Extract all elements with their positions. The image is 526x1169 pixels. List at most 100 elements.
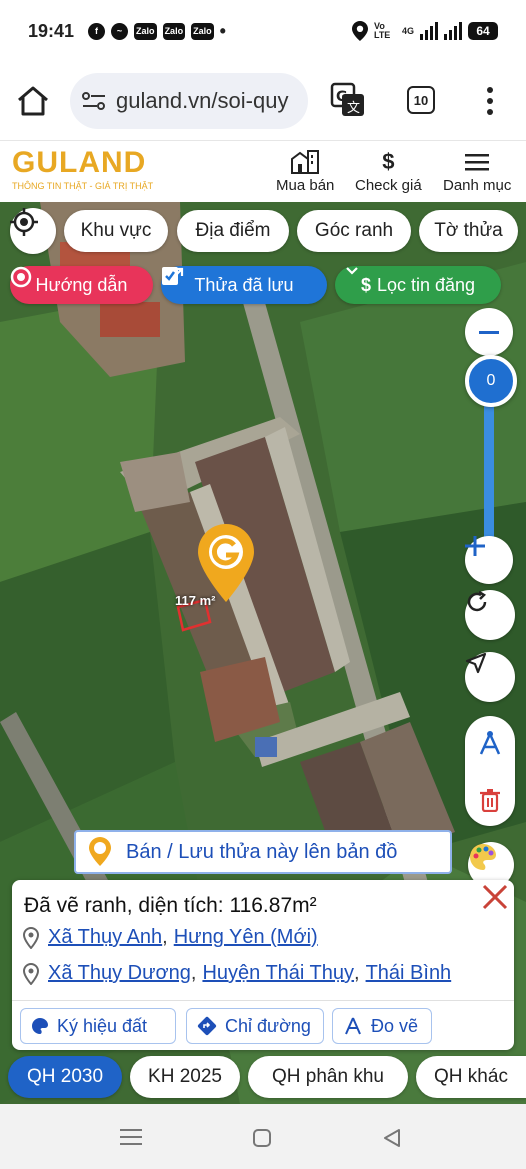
url-bar[interactable]: guland.vn/soi-quy bbox=[70, 73, 308, 129]
zoom-slider-knob[interactable]: 0 bbox=[465, 355, 517, 407]
logo-text: GULAND bbox=[12, 146, 147, 179]
building-icon bbox=[290, 147, 320, 177]
site-settings-icon[interactable] bbox=[82, 91, 106, 111]
volte-label: Vo LTE bbox=[373, 21, 391, 40]
translate-icon[interactable]: G 文 bbox=[330, 82, 366, 118]
zoom-out-button[interactable] bbox=[465, 308, 513, 356]
svg-text:文: 文 bbox=[347, 101, 360, 116]
directions-label: Chỉ đường bbox=[225, 1015, 311, 1036]
site-header: GULAND THÔNG TIN THẬT - GIÁ TRỊ THẬT Mua… bbox=[0, 140, 526, 202]
commune-link[interactable]: Xã Thụy Dương bbox=[48, 962, 191, 985]
commune-link[interactable]: Xã Thụy Anh bbox=[48, 926, 162, 949]
guide-label: Hướng dẫn bbox=[35, 274, 128, 295]
plot-info-panel: Đã vẽ ranh, diện tích: 116.87m² Xã Thụy … bbox=[12, 880, 514, 1050]
filter-label: Lọc tin đăng bbox=[376, 274, 476, 295]
nav-check-gia[interactable]: $ Check giá bbox=[355, 147, 422, 194]
measure-button[interactable]: Đo vẽ bbox=[332, 1008, 432, 1044]
network-gen: 4G bbox=[401, 26, 414, 36]
nav-label: Danh mục bbox=[443, 177, 512, 194]
measure-label: Đo vẽ bbox=[371, 1015, 419, 1036]
messenger-icon: ~ bbox=[111, 22, 129, 40]
more-dot-icon: • bbox=[219, 20, 226, 41]
external-arrow-icon bbox=[171, 267, 184, 280]
status-bar: 19:41 f ~ Zalo Zalo Zalo • Vo LTE 4G 64 bbox=[0, 0, 526, 62]
tab-qh-khac[interactable]: QH khác bbox=[416, 1056, 526, 1098]
filter-khu-vuc[interactable]: Khu vực bbox=[64, 210, 168, 252]
directions-icon bbox=[197, 1016, 217, 1036]
save-plot-banner[interactable]: Bán / Lưu thửa này lên bản đồ bbox=[74, 830, 452, 874]
navigate-button[interactable] bbox=[465, 652, 515, 702]
crosshair-icon bbox=[10, 208, 38, 236]
url-text: guland.vn/soi-quy bbox=[116, 88, 289, 113]
trash-icon[interactable] bbox=[479, 788, 501, 812]
tabs-button[interactable]: 10 bbox=[407, 86, 435, 114]
logo-tagline: THÔNG TIN THẬT - GIÁ TRỊ THẬT bbox=[12, 181, 154, 191]
status-time: 19:41 bbox=[28, 20, 75, 41]
signal-icon bbox=[444, 22, 462, 40]
svg-text:G: G bbox=[336, 89, 348, 105]
directions-button[interactable]: Chỉ đường bbox=[186, 1008, 324, 1044]
filter-dia-diem[interactable]: Địa điểm bbox=[177, 210, 289, 252]
refresh-icon bbox=[467, 590, 487, 612]
land-symbol-label: Ký hiệu đất bbox=[57, 1015, 148, 1036]
nav-mua-ban[interactable]: Mua bán bbox=[276, 147, 334, 194]
location-pin-icon bbox=[22, 926, 40, 949]
draw-tools bbox=[465, 716, 515, 826]
saved-label: Thửa đã lưu bbox=[194, 274, 294, 295]
tab-qh-phan-khu[interactable]: QH phân khu bbox=[248, 1056, 408, 1098]
guland-pin-icon bbox=[89, 837, 111, 866]
filter-goc-ranh[interactable]: Góc ranh bbox=[297, 210, 411, 252]
district-link[interactable]: Huyện Thái Thụy bbox=[202, 962, 354, 985]
location-pin-icon bbox=[22, 962, 40, 985]
menu-icon bbox=[465, 147, 490, 177]
land-symbol-button[interactable]: Ký hiệu đất bbox=[20, 1008, 176, 1044]
back-icon[interactable] bbox=[382, 1128, 402, 1148]
signal-icon bbox=[420, 22, 438, 40]
browser-toolbar: guland.vn/soi-quy G 文 10 bbox=[0, 62, 526, 140]
province-link[interactable]: Hưng Yên (Mới) bbox=[174, 926, 318, 949]
battery-icon: 64 bbox=[468, 22, 498, 40]
filter-to-thua[interactable]: Tờ thửa bbox=[419, 210, 518, 252]
location-icon bbox=[351, 21, 368, 41]
map-marker-icon[interactable] bbox=[196, 524, 256, 604]
navigation-arrow-icon bbox=[465, 652, 487, 674]
zalo-icon: Zalo bbox=[191, 22, 214, 40]
tab-kh-2025[interactable]: KH 2025 bbox=[130, 1056, 240, 1098]
home-nav-icon[interactable] bbox=[252, 1128, 272, 1148]
zalo-icon: Zalo bbox=[162, 22, 186, 40]
locate-button[interactable] bbox=[10, 208, 56, 254]
facebook-icon: f bbox=[88, 22, 106, 40]
status-right: Vo LTE 4G 64 bbox=[351, 21, 498, 41]
guland-logo[interactable]: GULAND THÔNG TIN THẬT - GIÁ TRỊ THẬT bbox=[12, 146, 154, 192]
location-old: Xã Thụy Dương, Huyện Thái Thụy, Thái Bìn… bbox=[22, 962, 451, 985]
filter-listings-button[interactable]: $ Lọc tin đăng bbox=[335, 266, 501, 304]
banner-label: Bán / Lưu thửa này lên bản đồ bbox=[126, 840, 398, 863]
compass-draw-icon[interactable] bbox=[476, 730, 504, 758]
nav-danh-muc[interactable]: Danh mục bbox=[443, 147, 511, 194]
palette-icon bbox=[470, 844, 496, 870]
panel-divider bbox=[12, 1000, 514, 1001]
target-icon bbox=[10, 266, 32, 288]
home-icon[interactable] bbox=[16, 85, 50, 117]
refresh-button[interactable] bbox=[465, 590, 515, 640]
compass-draw-icon bbox=[345, 1017, 361, 1035]
chevron-down-icon bbox=[346, 267, 358, 275]
recents-icon[interactable] bbox=[120, 1128, 142, 1146]
saved-plots-button[interactable]: Thửa đã lưu bbox=[161, 266, 327, 304]
more-vert-icon[interactable] bbox=[484, 86, 496, 116]
close-icon[interactable] bbox=[478, 880, 512, 914]
plus-icon bbox=[465, 536, 485, 556]
location-new: Xã Thụy Anh, Hưng Yên (Mới) bbox=[22, 926, 318, 949]
tab-qh-2030[interactable]: QH 2030 bbox=[8, 1056, 122, 1098]
dollar-icon: $ bbox=[360, 274, 371, 295]
notification-icons: f ~ Zalo Zalo Zalo • bbox=[88, 21, 226, 42]
system-nav-bar bbox=[0, 1104, 526, 1169]
zalo-icon: Zalo bbox=[134, 22, 157, 40]
zoom-in-button[interactable] bbox=[465, 536, 513, 584]
nav-label: Mua bán bbox=[276, 177, 335, 194]
province-link[interactable]: Thái Bình bbox=[366, 962, 452, 985]
guide-button[interactable]: Hướng dẫn bbox=[10, 266, 153, 304]
palette-icon bbox=[32, 1018, 48, 1034]
zoom-slider-track[interactable] bbox=[484, 392, 494, 552]
minus-icon bbox=[479, 330, 499, 334]
